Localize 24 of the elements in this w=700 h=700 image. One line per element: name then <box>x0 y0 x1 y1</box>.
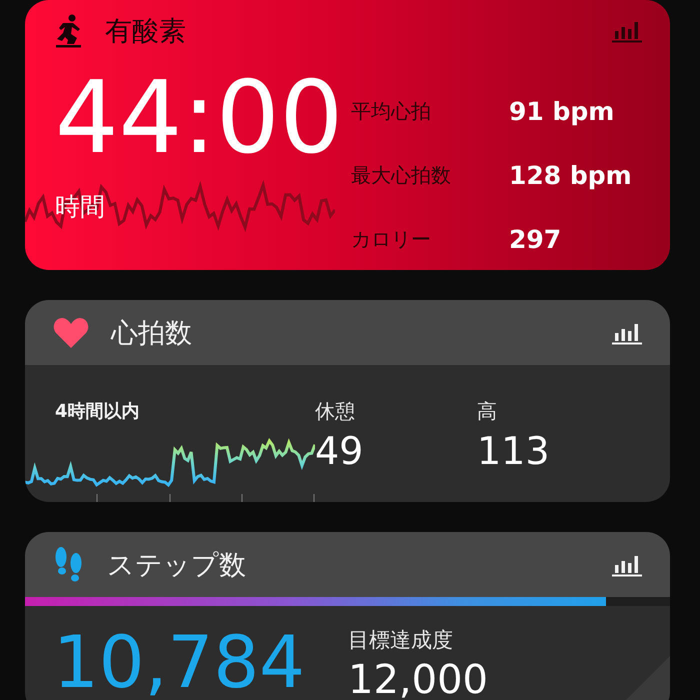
card-title: 心拍数 <box>111 316 193 350</box>
stat-label: 平均心拍 <box>351 98 432 125</box>
stat-label: 最大心拍数 <box>351 162 452 189</box>
stat-value: 49 <box>315 429 364 473</box>
stat-value: 91 bpm <box>509 96 616 128</box>
running-figure-icon <box>53 14 83 48</box>
aerobic-card[interactable]: 有酸素 44:00 時間 平均心拍 91 bpm 最大心拍数 128 bpm カロリー 297 <box>25 0 670 270</box>
heart-icon <box>53 316 89 348</box>
stat-label: 高 <box>477 398 497 425</box>
stat-value: 113 <box>477 429 550 473</box>
period-label: 4時間以内 <box>55 400 141 423</box>
stat-value: 297 <box>509 224 562 256</box>
duration-value: 44:00 <box>55 68 344 168</box>
heart-rate-card[interactable]: 心拍数 4時間以内 休憩 49 高 113 <box>25 300 670 502</box>
goal-value: 12,000 <box>348 660 488 700</box>
duration-label: 時間 <box>55 191 106 223</box>
card-title: ステップ数 <box>107 548 247 582</box>
step-count: 10,784 <box>53 626 306 698</box>
stat-value: 128 bpm <box>509 160 632 192</box>
stat-label: 休憩 <box>315 398 355 425</box>
goal-label: 目標達成度 <box>348 627 453 654</box>
steps-card[interactable]: ステップ数 10,784 目標達成度 12,000 <box>25 532 670 700</box>
card-title: 有酸素 <box>105 15 187 49</box>
stat-label: カロリー <box>351 226 432 253</box>
